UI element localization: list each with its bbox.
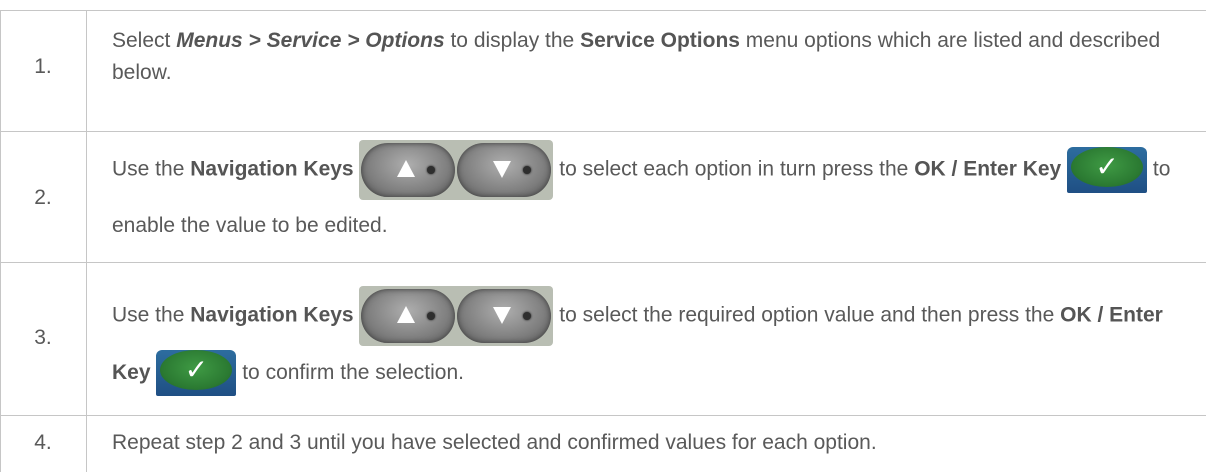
table-border-top	[0, 10, 1206, 11]
navigation-keys-icon	[359, 286, 554, 346]
step-text: Select Menus > Service > Options to disp…	[112, 25, 1202, 89]
row-divider	[0, 131, 1206, 132]
column-divider	[86, 10, 87, 472]
step-number: 2.	[34, 186, 52, 209]
navigation-down-key-icon	[457, 289, 552, 343]
key-name: Navigation Keys	[190, 303, 354, 327]
navigation-up-key-icon	[361, 289, 456, 343]
steps-table: 1. Select Menus > Service > Options to d…	[0, 0, 1206, 472]
step-text-segment: to select each option in turn press the	[559, 157, 915, 181]
navigation-up-key-icon	[361, 143, 456, 197]
step-number: 4.	[34, 431, 52, 454]
row-divider	[0, 262, 1206, 263]
step-text-segment: to display the	[444, 29, 581, 52]
table-border-left	[0, 10, 1, 472]
key-name: Navigation Keys	[190, 157, 354, 181]
row-divider	[0, 415, 1206, 416]
key-name: OK / Enter Key	[914, 157, 1062, 181]
step-text: Use the Navigation Keys to select the re…	[112, 286, 1202, 400]
ok-enter-key-icon: ✓	[1067, 147, 1148, 193]
navigation-keys-icon	[359, 140, 554, 200]
menu-name: Service Options	[580, 29, 740, 52]
ok-enter-key-icon: ✓	[156, 350, 237, 397]
step-text-segment: to confirm the selection.	[242, 361, 464, 384]
step-text-segment: Use the	[112, 157, 191, 181]
step-text: Use the Navigation Keys to select each o…	[112, 140, 1202, 252]
step-text: Repeat step 2 and 3 until you have selec…	[112, 427, 1202, 459]
menu-path: Menus > Service > Options	[176, 29, 445, 52]
navigation-down-key-icon	[457, 143, 552, 197]
step-number: 3.	[34, 326, 52, 349]
step-text-segment: Select	[112, 29, 177, 52]
step-number: 1.	[34, 55, 52, 78]
step-text-segment: Use the	[112, 303, 191, 327]
step-text-segment: to select the required option value and …	[559, 303, 1061, 327]
step-text-segment: Repeat step 2 and 3 until you have selec…	[112, 431, 877, 454]
